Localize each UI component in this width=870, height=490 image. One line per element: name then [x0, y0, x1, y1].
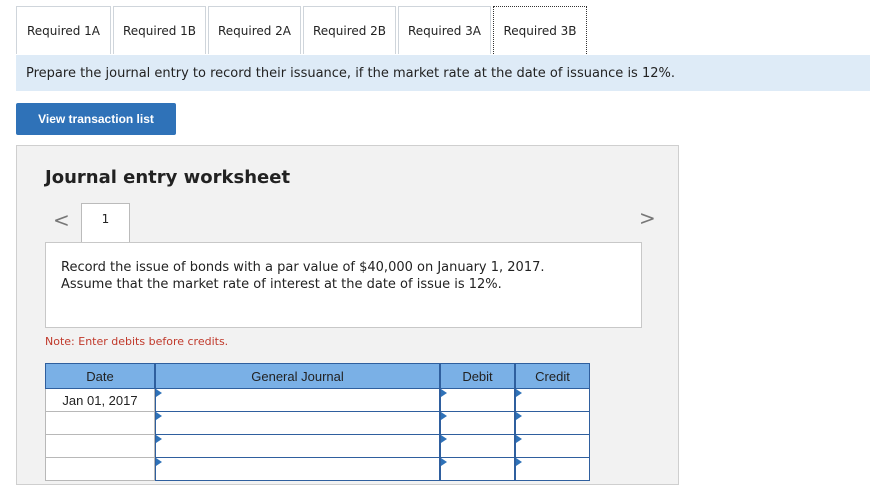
debit-input[interactable] [440, 435, 515, 458]
date-cell: Jan 01, 2017 [45, 389, 155, 412]
journal-table: Date General Journal Debit Credit Jan 01… [45, 363, 590, 481]
credit-input[interactable] [515, 412, 590, 435]
description-line: Assume that the market rate of interest … [61, 277, 502, 292]
account-input[interactable] [155, 458, 440, 481]
account-input[interactable] [155, 435, 440, 458]
debit-input[interactable] [440, 412, 515, 435]
entry-page-tab[interactable]: 1 [81, 203, 130, 243]
next-entry-chevron-icon[interactable]: > [639, 206, 656, 230]
journal-entry-worksheet: Journal entry worksheet < 1 Record the i… [16, 145, 679, 485]
date-cell [45, 412, 155, 435]
debits-credits-note: Note: Enter debits before credits. [45, 335, 229, 348]
table-row [45, 412, 590, 435]
tab-required-2a[interactable]: Required 2A [208, 6, 301, 54]
instruction-banner: Prepare the journal entry to record thei… [16, 55, 870, 91]
view-transaction-list-button[interactable]: View transaction list [16, 103, 176, 135]
account-input[interactable] [155, 412, 440, 435]
journal-table-header: Date General Journal Debit Credit [45, 363, 590, 389]
previous-entry-chevron-icon[interactable]: < [53, 208, 70, 232]
requirement-tabs: Required 1A Required 1B Required 2A Requ… [16, 6, 589, 56]
tab-required-3b[interactable]: Required 3B [493, 6, 587, 54]
transaction-description: Record the issue of bonds with a par val… [45, 242, 642, 328]
table-row: Jan 01, 2017 [45, 389, 590, 412]
description-line: Record the issue of bonds with a par val… [61, 260, 545, 275]
credit-input[interactable] [515, 458, 590, 481]
tab-required-1b[interactable]: Required 1B [113, 6, 206, 54]
header-general-journal: General Journal [155, 363, 440, 389]
debit-input[interactable] [440, 458, 515, 481]
credit-input[interactable] [515, 389, 590, 412]
account-input[interactable] [155, 389, 440, 412]
table-row [45, 435, 590, 458]
header-credit: Credit [515, 363, 590, 389]
tab-required-2b[interactable]: Required 2B [303, 6, 396, 54]
header-date: Date [45, 363, 155, 389]
header-debit: Debit [440, 363, 515, 389]
tab-required-1a[interactable]: Required 1A [16, 6, 111, 54]
worksheet-title: Journal entry worksheet [45, 167, 291, 188]
table-row [45, 458, 590, 481]
credit-input[interactable] [515, 435, 590, 458]
date-cell [45, 435, 155, 458]
tab-required-3a[interactable]: Required 3A [398, 6, 491, 54]
debit-input[interactable] [440, 389, 515, 412]
date-cell [45, 458, 155, 481]
